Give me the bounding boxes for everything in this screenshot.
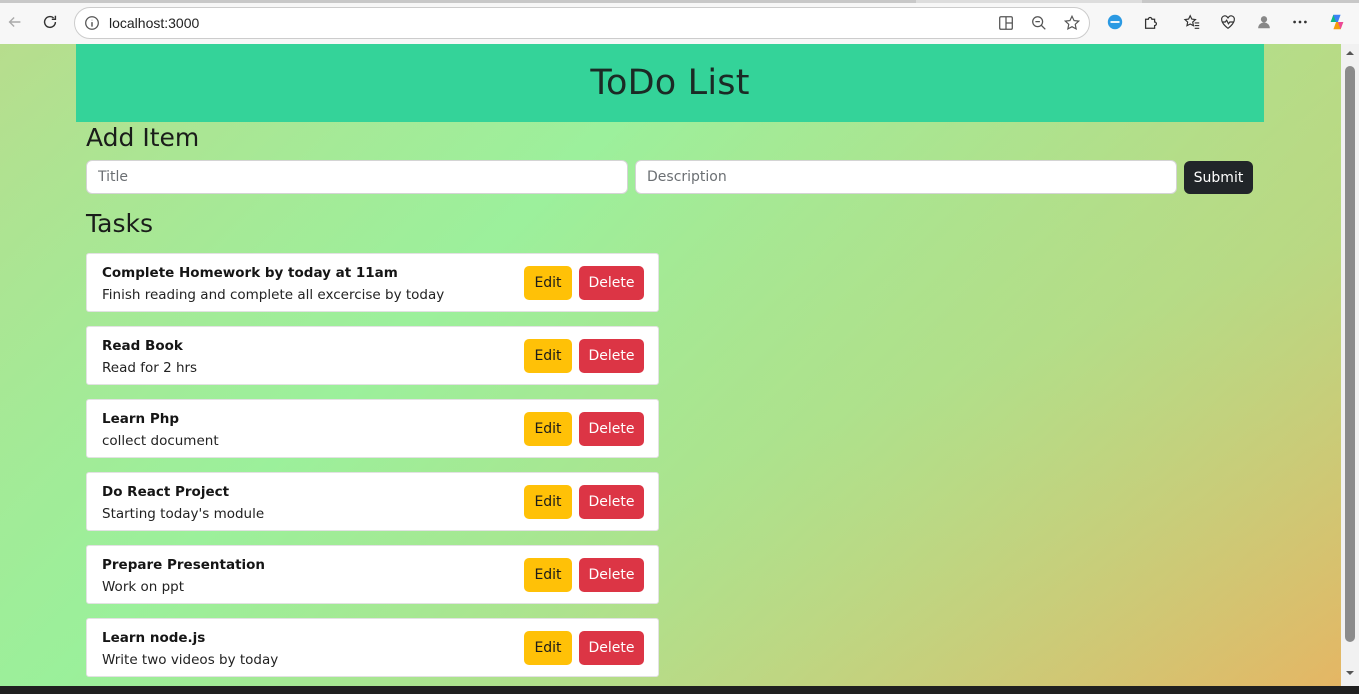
edit-button[interactable]: Edit <box>524 485 572 519</box>
task-card: Prepare Presentation Work on ppt Edit De… <box>86 545 659 604</box>
extensions-icon[interactable] <box>1140 11 1162 33</box>
task-title: Prepare Presentation <box>102 557 266 573</box>
add-item-heading: Add Item <box>86 123 200 152</box>
task-list: Complete Homework by today at 11am Finis… <box>86 253 659 686</box>
address-bar[interactable]: localhost:3000 <box>74 7 1090 39</box>
task-description: Read for 2 hrs <box>102 360 198 376</box>
delete-button[interactable]: Delete <box>579 485 644 519</box>
back-icon[interactable] <box>4 11 26 33</box>
delete-button[interactable]: Delete <box>579 631 644 665</box>
scrollbar-thumb[interactable] <box>1345 66 1355 642</box>
copilot-icon[interactable] <box>1326 11 1348 33</box>
info-icon[interactable] <box>83 14 101 32</box>
submit-button[interactable]: Submit <box>1184 161 1253 194</box>
task-title: Complete Homework by today at 11am <box>102 265 398 281</box>
task-title: Learn node.js <box>102 630 206 646</box>
edit-button[interactable]: Edit <box>524 266 572 300</box>
health-icon[interactable] <box>1217 11 1239 33</box>
task-description: Starting today's module <box>102 506 265 522</box>
reload-icon[interactable] <box>39 11 61 33</box>
task-card: Learn Php collect document Edit Delete <box>86 399 659 458</box>
page-scrollbar[interactable] <box>1341 44 1359 686</box>
favorites-icon[interactable] <box>1181 11 1203 33</box>
taskbar-edge <box>0 686 1359 694</box>
task-card: Do React Project Starting today's module… <box>86 472 659 531</box>
task-title: Learn Php <box>102 411 180 427</box>
copilot-sidebar-icon[interactable] <box>1104 11 1126 33</box>
split-screen-icon[interactable] <box>997 14 1017 34</box>
profile-icon[interactable] <box>1253 11 1275 33</box>
app-header: ToDo List <box>76 44 1264 122</box>
browser-toolbar: localhost:3000 <box>0 0 1359 44</box>
task-title: Do React Project <box>102 484 230 500</box>
zoom-icon[interactable] <box>1030 14 1050 34</box>
url-text[interactable]: localhost:3000 <box>109 15 199 31</box>
scroll-up-icon[interactable] <box>1345 48 1355 58</box>
task-card: Complete Homework by today at 11am Finis… <box>86 253 659 312</box>
scroll-down-icon[interactable] <box>1345 668 1355 678</box>
edit-button[interactable]: Edit <box>524 339 572 373</box>
delete-button[interactable]: Delete <box>579 558 644 592</box>
delete-button[interactable]: Delete <box>579 412 644 446</box>
page-title: ToDo List <box>590 63 750 103</box>
edit-button[interactable]: Edit <box>524 412 572 446</box>
task-description: collect document <box>102 433 219 449</box>
tasks-heading: Tasks <box>86 209 153 238</box>
description-input[interactable] <box>635 160 1177 194</box>
title-input[interactable] <box>86 160 628 194</box>
more-icon[interactable] <box>1289 11 1311 33</box>
task-title: Read Book <box>102 338 183 354</box>
task-card: Read Book Read for 2 hrs Edit Delete <box>86 326 659 385</box>
task-description: Work on ppt <box>102 579 185 595</box>
edit-button[interactable]: Edit <box>524 631 572 665</box>
delete-button[interactable]: Delete <box>579 266 644 300</box>
page-viewport: ToDo List Add Item Submit Tasks Complete… <box>0 44 1341 686</box>
task-card: Learn node.js Write two videos by today … <box>86 618 659 677</box>
task-description: Finish reading and complete all excercis… <box>102 287 445 303</box>
delete-button[interactable]: Delete <box>579 339 644 373</box>
edit-button[interactable]: Edit <box>524 558 572 592</box>
favorite-star-icon[interactable] <box>1063 14 1083 34</box>
tab-strip <box>0 0 1359 3</box>
task-description: Write two videos by today <box>102 652 279 668</box>
